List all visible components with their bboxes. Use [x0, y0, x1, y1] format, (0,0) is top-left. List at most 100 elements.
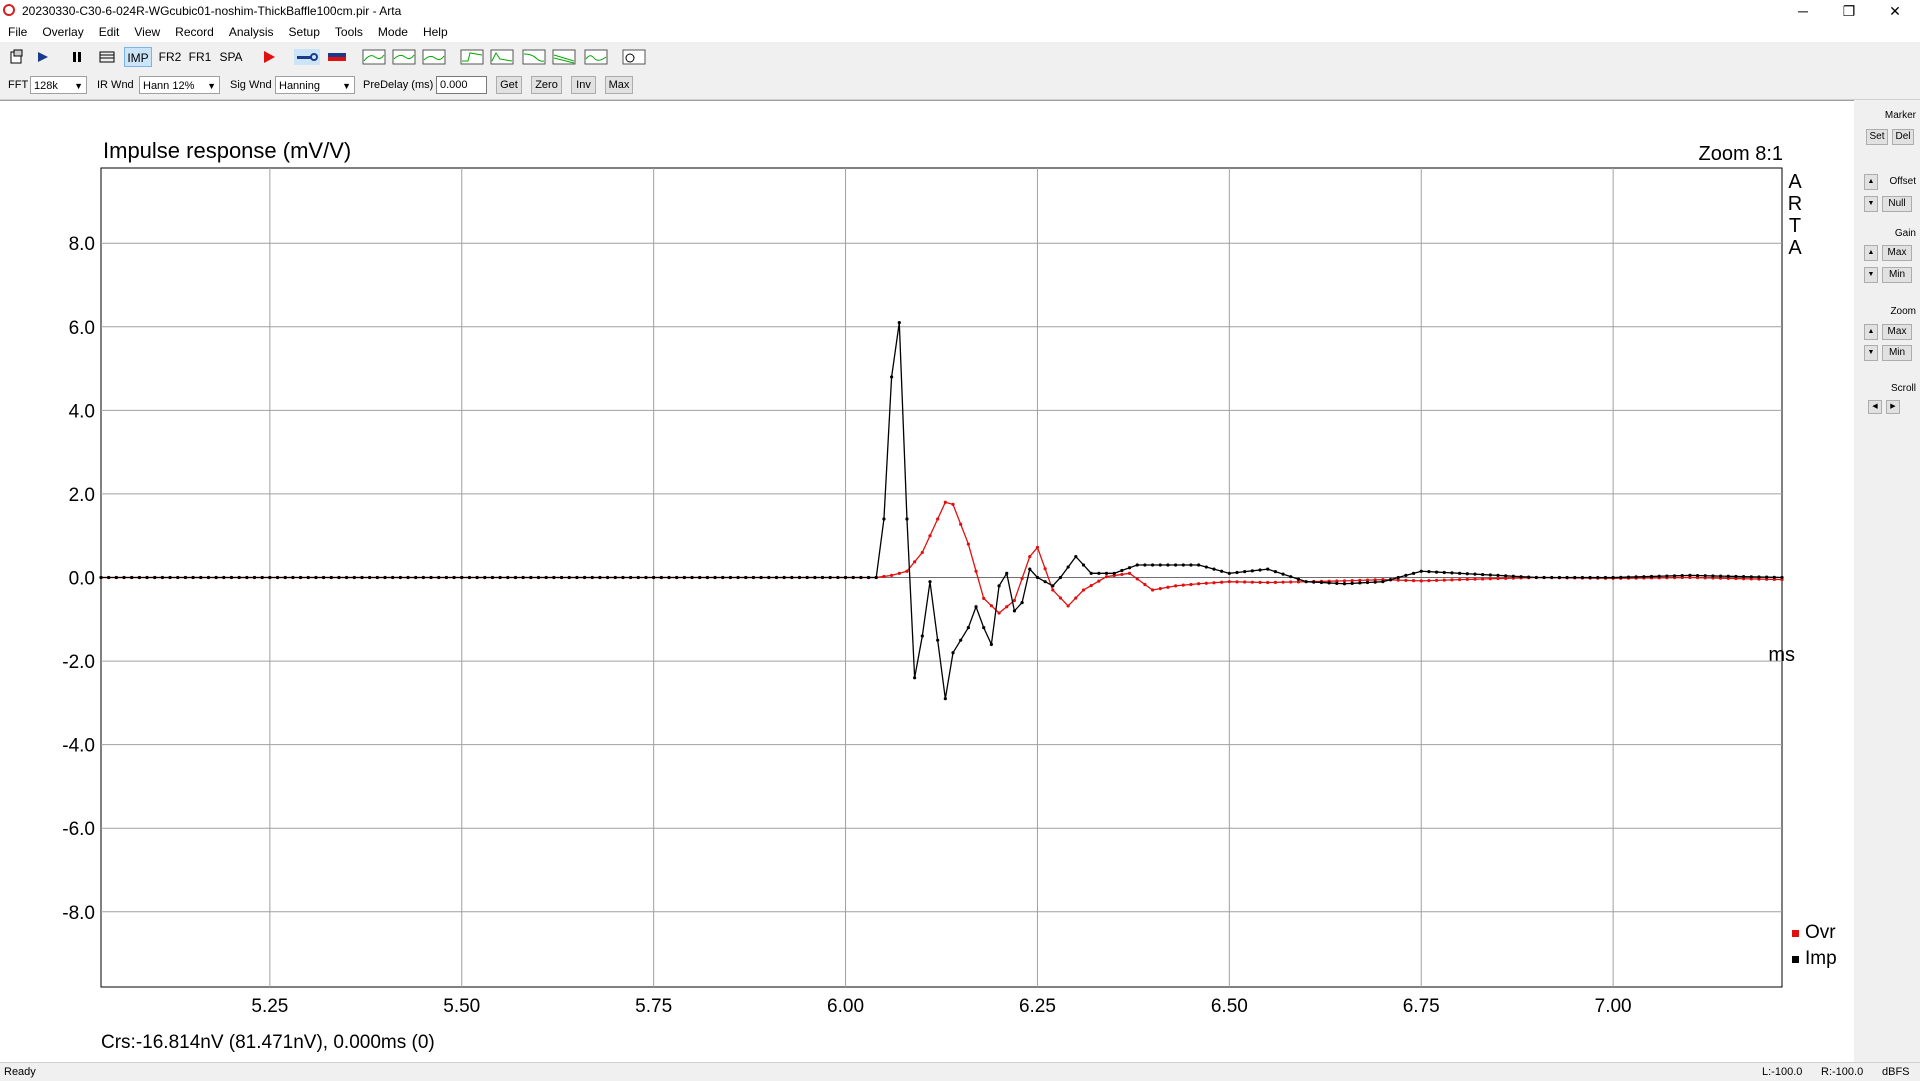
data-point — [1711, 574, 1715, 578]
data-point — [897, 321, 901, 325]
fft-select[interactable]: 128k ▼ — [30, 76, 87, 94]
zero-button[interactable]: Zero — [531, 76, 562, 94]
zoom-down-icon[interactable]: ▼ — [1864, 345, 1878, 361]
data-point — [1312, 580, 1316, 584]
data-point — [1427, 570, 1431, 574]
data-point — [736, 575, 740, 580]
data-point — [1388, 577, 1393, 582]
data-point — [652, 575, 656, 580]
restore-button[interactable]: ❐ — [1826, 0, 1872, 22]
data-point — [1496, 573, 1500, 578]
data-point — [1757, 575, 1761, 579]
gain-up-icon[interactable]: ▲ — [1864, 245, 1878, 261]
sig-wnd-select[interactable]: Hanning ▼ — [275, 76, 355, 94]
zoom-min-button[interactable]: Min — [1882, 345, 1912, 361]
data-point — [928, 534, 932, 538]
step-response-icon[interactable] — [460, 49, 484, 65]
menu-overlay[interactable]: Overlay — [34, 22, 90, 39]
fr-analysis-icon[interactable] — [362, 49, 386, 65]
menu-setup[interactable]: Setup — [281, 22, 327, 39]
units-readout: dBFS — [1882, 1066, 1910, 1078]
data-point — [1220, 569, 1224, 573]
gfr-analysis-icon[interactable] — [392, 49, 416, 65]
data-point — [1473, 572, 1477, 576]
predelay-input[interactable]: 0.000 — [436, 76, 487, 94]
data-point — [1411, 571, 1416, 575]
data-point — [1611, 575, 1615, 580]
pause-icon[interactable] — [68, 49, 86, 65]
x-tick-label: 6.25 — [1019, 996, 1056, 1017]
menu-view[interactable]: View — [126, 22, 167, 39]
zoom-up-icon[interactable]: ▲ — [1864, 324, 1878, 340]
gain-min-button[interactable]: Min — [1882, 267, 1912, 283]
menu-mode[interactable]: Mode — [370, 22, 415, 39]
data-point — [598, 575, 602, 580]
data-point — [1235, 580, 1239, 584]
data-point — [767, 575, 771, 580]
generator-icon[interactable] — [294, 49, 320, 65]
get-button[interactable]: Get — [496, 76, 522, 94]
data-point — [1051, 584, 1055, 588]
data-point — [1043, 580, 1047, 584]
scroll-right-icon[interactable]: ▶ — [1886, 400, 1900, 414]
gain-max-button[interactable]: Max — [1882, 245, 1912, 261]
invert-button[interactable]: Inv — [571, 76, 596, 94]
marker-set-button[interactable]: Set — [1866, 129, 1888, 145]
data-point — [490, 575, 495, 580]
x-tick-label: 6.75 — [1403, 996, 1440, 1017]
offset-null-button[interactable]: Null — [1882, 196, 1912, 212]
mode-spa-button[interactable]: SPA — [216, 47, 246, 67]
minimize-button[interactable]: ─ — [1780, 0, 1826, 22]
data-point — [375, 575, 379, 580]
data-point — [913, 560, 917, 564]
list-icon[interactable] — [98, 49, 116, 65]
data-point — [1005, 571, 1009, 575]
sti-icon[interactable] — [622, 49, 646, 65]
menu-tools[interactable]: Tools — [327, 22, 370, 39]
data-point — [214, 575, 218, 580]
split-analysis-icon[interactable] — [422, 49, 446, 65]
mode-imp-button[interactable]: IMP — [124, 47, 152, 67]
data-point — [1542, 575, 1546, 580]
data-point — [728, 575, 733, 580]
data-point — [966, 626, 970, 630]
freq-response-icon[interactable] — [522, 49, 546, 65]
data-point — [99, 575, 103, 580]
scroll-left-icon[interactable]: ◀ — [1868, 400, 1882, 414]
record-play-icon[interactable] — [260, 49, 278, 65]
new-file-icon[interactable] — [8, 49, 26, 65]
data-point — [153, 575, 157, 580]
menu-help[interactable]: Help — [415, 22, 455, 39]
menu-edit[interactable]: Edit — [91, 22, 127, 39]
menu-file[interactable]: File — [0, 22, 34, 39]
marker-delete-button[interactable]: Del — [1892, 129, 1914, 145]
etc-icon[interactable] — [490, 49, 514, 65]
csd-icon[interactable] — [552, 49, 576, 65]
close-button[interactable]: ✕ — [1872, 0, 1918, 22]
data-point — [943, 697, 947, 701]
offset-down-icon[interactable]: ▼ — [1864, 196, 1878, 212]
data-point — [790, 575, 794, 580]
data-point — [882, 574, 886, 579]
data-point — [1081, 588, 1086, 592]
data-point — [368, 575, 372, 580]
plot-panel[interactable]: Impulse response (mV/V) Zoom 8:1 ms Crs:… — [0, 100, 1854, 1063]
channel-icon[interactable] — [326, 49, 348, 65]
open-file-icon[interactable] — [34, 49, 52, 65]
mode-fr2-button[interactable]: FR2 — [156, 47, 184, 67]
max-button[interactable]: Max — [605, 76, 633, 94]
menu-analysis[interactable]: Analysis — [221, 22, 281, 39]
data-point — [1626, 575, 1631, 579]
impulse-response-chart[interactable]: Impulse response (mV/V) Zoom 8:1 ms Crs:… — [0, 101, 1854, 1063]
data-point — [1688, 573, 1692, 578]
burst-decay-icon[interactable] — [584, 49, 608, 65]
data-point — [1166, 563, 1170, 567]
data-point — [1519, 575, 1523, 579]
zoom-max-button[interactable]: Max — [1882, 324, 1912, 340]
mode-fr1-button[interactable]: FR1 — [186, 47, 214, 67]
fft-value: 128k — [34, 80, 58, 92]
gain-down-icon[interactable]: ▼ — [1864, 267, 1878, 283]
data-point — [1005, 605, 1009, 609]
menu-record[interactable]: Record — [167, 22, 221, 39]
ir-wnd-select[interactable]: Hann 12% ▼ — [139, 76, 220, 94]
